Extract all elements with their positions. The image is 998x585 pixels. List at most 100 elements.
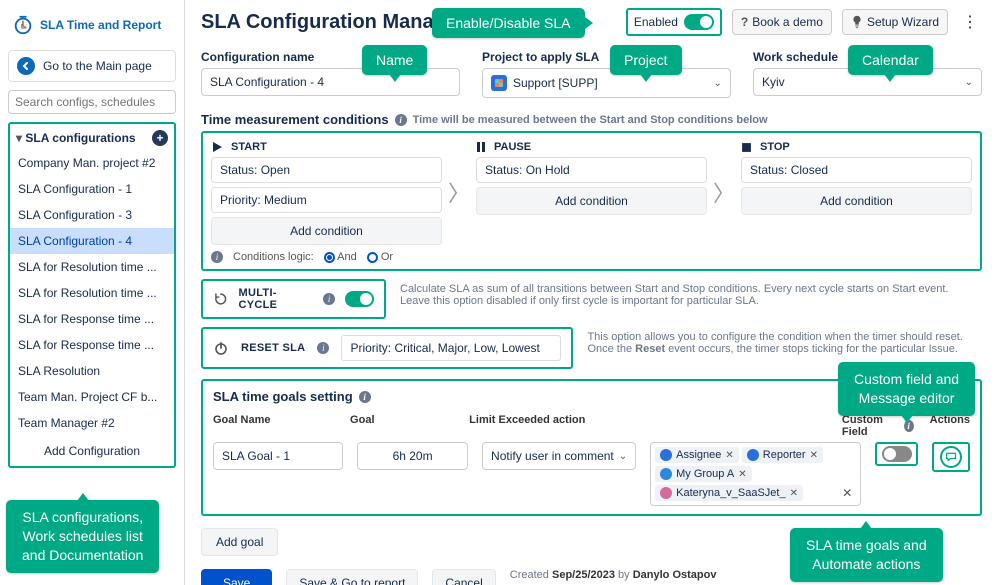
reset-condition-input[interactable]: Priority: Critical, Major, Low, Lowest [341, 335, 561, 361]
setup-wizard-button[interactable]: Setup Wizard [842, 9, 948, 35]
enabled-toggle-group[interactable]: Enabled [626, 8, 722, 36]
info-icon[interactable]: i [395, 114, 407, 126]
save-go-report-button[interactable]: Save & Go to report [286, 569, 418, 585]
limit-action-value: Notify user in comment [491, 449, 614, 463]
multicycle-toggle[interactable] [345, 291, 374, 307]
history-icon [213, 291, 229, 307]
stop-icon [741, 142, 752, 153]
sidebar-item[interactable]: SLA Resolution [10, 358, 174, 384]
project-icon [491, 75, 507, 91]
custom-field-toggle[interactable] [882, 446, 912, 462]
user-tag[interactable]: My Group A ✕ [655, 466, 751, 482]
pause-icon [476, 141, 486, 153]
app-name: SLA Time and Report [40, 18, 161, 32]
info-icon[interactable]: i [211, 251, 223, 263]
sidebar-item[interactable]: Company Man. project #2 [10, 150, 174, 176]
sidebar-item[interactable]: SLA Configuration - 4 [10, 228, 174, 254]
schedule-select[interactable]: Kyiv ⌄ [753, 68, 982, 96]
add-stop-condition[interactable]: Add condition [741, 187, 972, 215]
sidebar-item[interactable]: SLA for Resolution time ... [10, 254, 174, 280]
sidebar-item[interactable]: SLA for Response time ... [10, 306, 174, 332]
reset-label: RESET SLA [241, 342, 305, 354]
add-goal-button[interactable]: Add goal [201, 528, 278, 556]
meta-info: Created Sep/25/2023 by Danylo Ostapov La… [510, 568, 844, 585]
col-goal: Goal [350, 414, 453, 438]
chevron-down-icon: ⌄ [619, 451, 627, 462]
sidebar-item[interactable]: Team Man. Project CF b... [10, 384, 174, 410]
add-start-condition[interactable]: Add condition [211, 217, 442, 245]
sidebar-item[interactable]: SLA Configuration - 1 [10, 176, 174, 202]
enabled-toggle[interactable] [684, 14, 714, 30]
project-value: Support [SUPP] [513, 76, 598, 90]
add-configuration-button[interactable]: Add Configuration [10, 436, 174, 464]
remove-tag-icon[interactable]: ✕ [725, 450, 733, 461]
back-button[interactable]: Go to the Main page [8, 50, 176, 82]
goals-panel: SLA time goals setting i Goal Name Goal … [201, 379, 982, 516]
user-tag[interactable]: Reporter ✕ [742, 447, 823, 463]
logic-or-radio[interactable]: Or [367, 251, 393, 263]
notify-users-input[interactable]: Assignee ✕Reporter ✕ My Group A ✕ Kateryna… [650, 442, 861, 506]
save-button[interactable]: Save [201, 569, 272, 585]
actions-editor-box[interactable] [932, 442, 970, 472]
back-icon [17, 57, 35, 75]
remove-tag-icon[interactable]: ✕ [738, 469, 746, 480]
logic-and-radio[interactable]: And [324, 251, 357, 263]
col-goal-name: Goal Name [213, 414, 334, 438]
clock-icon: L [12, 14, 34, 36]
lane-arrow-icon: 〉 [450, 139, 468, 245]
sidebar-section-title: SLA configurations [25, 131, 135, 145]
power-icon [213, 340, 229, 356]
config-name-input[interactable]: SLA Configuration - 4 [201, 68, 460, 96]
remove-tag-icon[interactable]: ✕ [790, 488, 798, 499]
info-icon[interactable]: i [323, 293, 335, 305]
info-icon[interactable]: i [904, 420, 914, 432]
sidebar-item[interactable]: SLA Configuration - 3 [10, 202, 174, 228]
clear-tags-icon[interactable]: ✕ [838, 486, 856, 500]
condition-item[interactable]: Status: On Hold [476, 157, 707, 183]
search-input[interactable] [8, 90, 176, 114]
add-pause-condition[interactable]: Add condition [476, 187, 707, 215]
sidebar-item[interactable]: SLA for Response time ... [10, 332, 174, 358]
reset-description: This option allows you to configure the … [583, 327, 982, 369]
condition-item[interactable]: Status: Closed [741, 157, 972, 183]
schedule-label: Work schedule [753, 50, 982, 64]
goals-title: SLA time goals setting i [213, 389, 970, 404]
play-icon [211, 141, 223, 153]
help-icon: ? [741, 15, 748, 29]
cancel-button[interactable]: Cancel [432, 569, 495, 585]
stop-lane: STOP Status: Closed Add condition [741, 139, 972, 245]
col-limit: Limit Exceeded action [469, 414, 612, 438]
sidebar-item[interactable]: SLA for Resolution time ... [10, 280, 174, 306]
info-icon[interactable]: i [359, 391, 371, 403]
add-icon[interactable]: + [152, 130, 168, 146]
tmc-panel: START Status: OpenPriority: Medium Add c… [201, 131, 982, 271]
condition-item[interactable]: Status: Open [211, 157, 442, 183]
chevron-down-icon: ⌄ [965, 77, 973, 88]
limit-action-select[interactable]: Notify user in comment ⌄ [482, 442, 636, 470]
goal-value-input[interactable]: 6h 20m [357, 442, 468, 470]
multicycle-toggle-group[interactable]: MULTI-CYCLE i [201, 279, 386, 319]
user-tag[interactable]: Assignee ✕ [655, 447, 739, 463]
sidebar-section-header[interactable]: ▾ SLA configurations + [10, 126, 174, 150]
back-label: Go to the Main page [43, 59, 152, 73]
condition-item[interactable]: Priority: Medium [211, 187, 442, 213]
sidebar-item[interactable]: Team Manager #2 [10, 410, 174, 436]
user-tag[interactable]: Kateryna_v_SaaSJet_ ✕ [655, 485, 803, 501]
book-demo-button[interactable]: ? Book a demo [732, 9, 832, 35]
multicycle-description: Calculate SLA as sum of all transitions … [396, 279, 982, 319]
info-icon[interactable]: i [317, 342, 329, 354]
more-menu[interactable]: ⋮ [958, 8, 982, 36]
schedule-value: Kyiv [762, 75, 785, 89]
goal-name-input[interactable]: SLA Goal - 1 [213, 442, 343, 470]
svg-text:L: L [21, 24, 25, 31]
start-lane: START Status: OpenPriority: Medium Add c… [211, 139, 442, 245]
page-title: SLA Configuration Manager [201, 11, 465, 34]
remove-tag-icon[interactable]: ✕ [810, 450, 818, 461]
project-select[interactable]: Support [SUPP] ⌄ [482, 68, 731, 98]
tmc-title: Time measurement conditions i Time will … [201, 112, 982, 127]
search-field[interactable] [15, 95, 170, 109]
lane-arrow-icon: 〉 [715, 139, 733, 245]
custom-field-toggle-box[interactable] [875, 442, 918, 466]
message-icon [940, 446, 962, 468]
chevron-down-icon: ⌄ [714, 78, 722, 89]
